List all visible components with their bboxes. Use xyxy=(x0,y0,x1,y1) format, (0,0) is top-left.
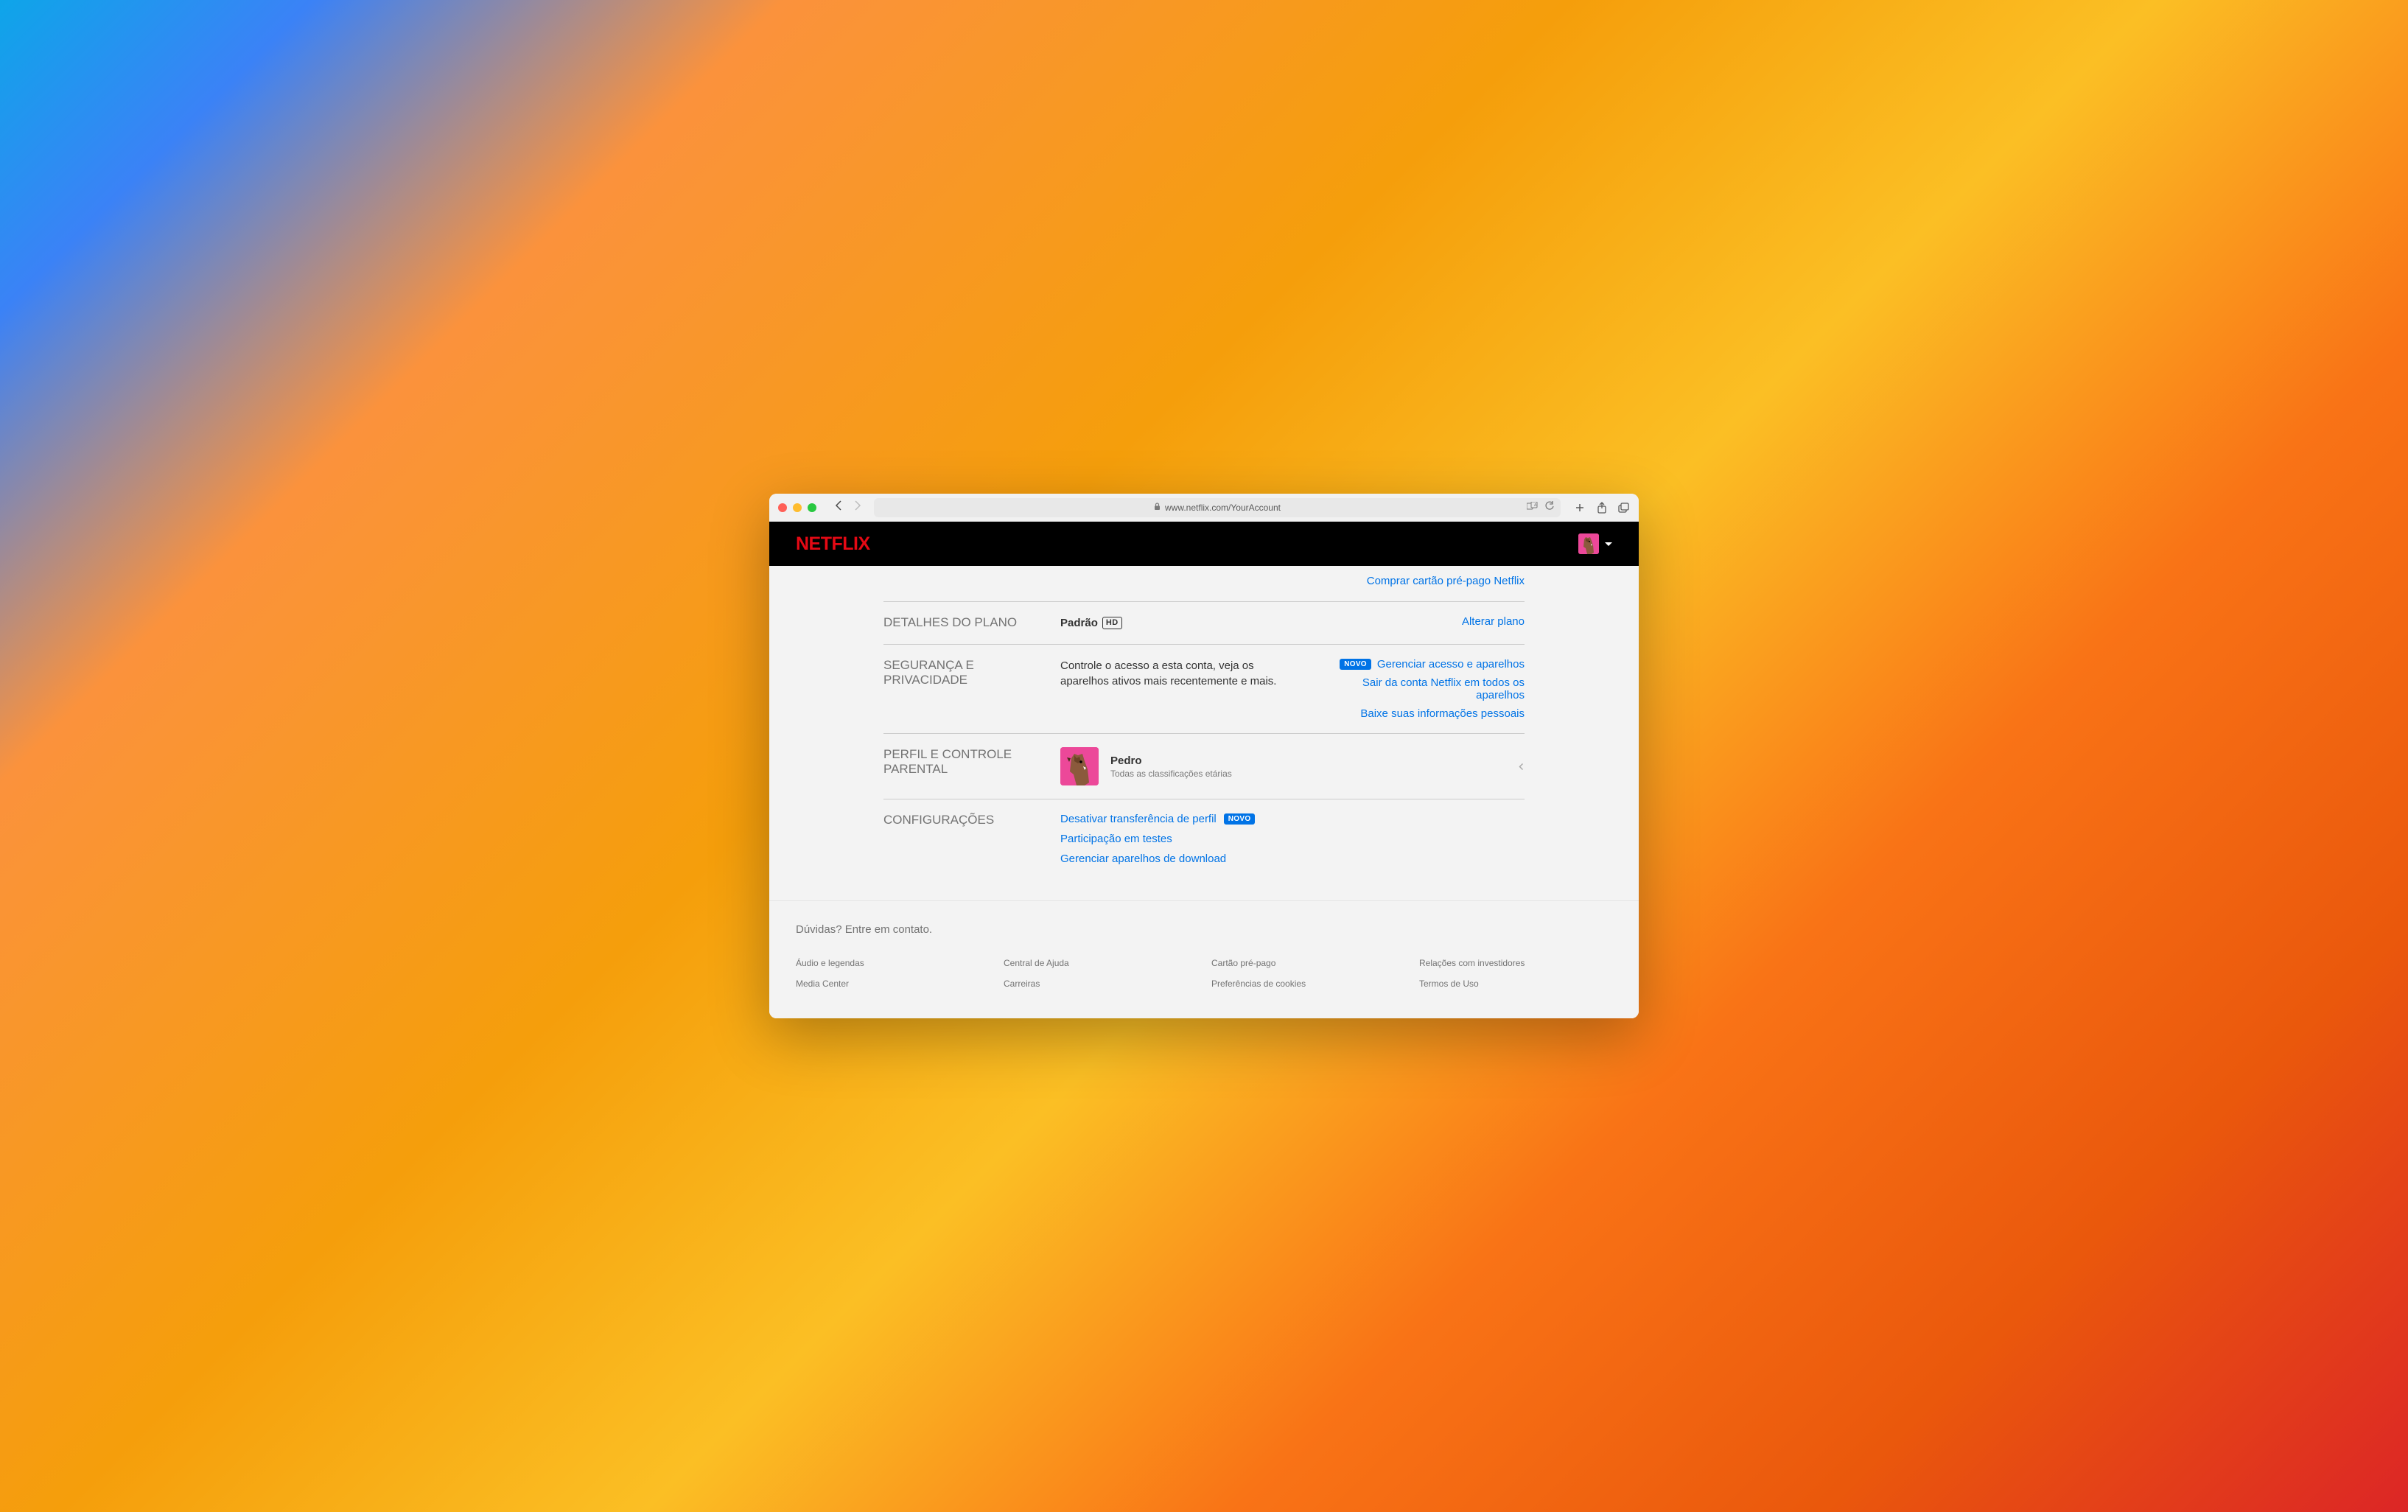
url-text: www.netflix.com/YourAccount xyxy=(1165,503,1281,513)
buy-gift-card-link[interactable]: Comprar cartão pré-pago Netflix xyxy=(1367,575,1525,587)
footer: Dúvidas? Entre em contato. Áudio e legen… xyxy=(769,900,1639,1018)
reload-icon[interactable] xyxy=(1544,501,1555,514)
section-config: CONFIGURAÇÕES Desativar transferência de… xyxy=(883,799,1525,878)
url-right-icons: A xyxy=(1527,501,1555,514)
profile-menu[interactable] xyxy=(1578,533,1612,554)
footer-link-media[interactable]: Media Center xyxy=(796,979,989,989)
section-security-label: SEGURANÇA E PRIVACIDADE xyxy=(883,658,1046,720)
back-button[interactable] xyxy=(834,500,843,515)
novo-badge: NOVO xyxy=(1340,659,1371,670)
section-security: SEGURANÇA E PRIVACIDADE Controle o acess… xyxy=(883,644,1525,733)
maximize-window-button[interactable] xyxy=(808,503,816,512)
minimize-window-button[interactable] xyxy=(793,503,802,512)
sign-out-all-link[interactable]: Sair da conta Netflix em todos os aparel… xyxy=(1311,676,1525,701)
close-window-button[interactable] xyxy=(778,503,787,512)
browser-chrome: www.netflix.com/YourAccount A xyxy=(769,494,1639,522)
account-container: Comprar cartão pré-pago Netflix DETALHES… xyxy=(883,566,1525,900)
hd-badge: HD xyxy=(1102,617,1122,629)
section-profile-label: PERFIL E CONTROLE PARENTAL xyxy=(883,747,1046,785)
window-controls xyxy=(778,503,816,512)
test-participation-link[interactable]: Participação em testes xyxy=(1060,833,1172,845)
content-area: Comprar cartão pré-pago Netflix DETALHES… xyxy=(769,566,1639,1018)
chevron-down-icon xyxy=(1513,761,1527,771)
forward-button[interactable] xyxy=(853,500,862,515)
footer-link-terms[interactable]: Termos de Uso xyxy=(1419,979,1612,989)
netflix-header: NETFLIX xyxy=(769,522,1639,566)
chrome-right-icons xyxy=(1574,502,1630,514)
manage-downloads-link[interactable]: Gerenciar aparelhos de download xyxy=(1060,853,1226,865)
profile-subtitle: Todas as classificações etárias xyxy=(1110,769,1502,779)
footer-link-giftcard[interactable]: Cartão pré-pago xyxy=(1211,958,1404,968)
footer-link-careers[interactable]: Carreiras xyxy=(1004,979,1197,989)
profile-name: Pedro xyxy=(1110,755,1502,767)
new-tab-icon[interactable] xyxy=(1574,502,1586,514)
netflix-logo[interactable]: NETFLIX xyxy=(796,533,870,555)
share-icon[interactable] xyxy=(1596,502,1608,514)
change-plan-link[interactable]: Alterar plano xyxy=(1462,615,1525,628)
translate-icon[interactable]: A xyxy=(1527,502,1539,513)
novo-badge: NOVO xyxy=(1224,813,1256,825)
profile-row-info: Pedro Todas as classificações etárias xyxy=(1110,755,1502,779)
disable-transfer-link[interactable]: Desativar transferência de perfil xyxy=(1060,813,1217,825)
profile-row-avatar xyxy=(1060,747,1099,785)
plan-name: Padrão xyxy=(1060,615,1098,631)
footer-link-cookies[interactable]: Preferências de cookies xyxy=(1211,979,1404,989)
nav-arrows xyxy=(834,500,862,515)
section-config-label: CONFIGURAÇÕES xyxy=(883,813,1046,865)
address-bar[interactable]: www.netflix.com/YourAccount A xyxy=(874,498,1561,517)
footer-links: Áudio e legendas Central de Ajuda Cartão… xyxy=(796,958,1612,989)
caret-down-icon xyxy=(1605,542,1612,546)
section-plan: DETALHES DO PLANO Padrão HD Alterar plan… xyxy=(883,601,1525,644)
avatar xyxy=(1578,533,1599,554)
section-profile: PERFIL E CONTROLE PARENTAL xyxy=(883,733,1525,799)
footer-contact-link[interactable]: Dúvidas? Entre em contato. xyxy=(796,923,1612,936)
browser-window: www.netflix.com/YourAccount A xyxy=(769,494,1639,1018)
footer-link-help[interactable]: Central de Ajuda xyxy=(1004,958,1197,968)
section-plan-label: DETALHES DO PLANO xyxy=(883,615,1046,631)
footer-link-investors[interactable]: Relações com investidores xyxy=(1419,958,1612,968)
footer-link-audio[interactable]: Áudio e legendas xyxy=(796,958,989,968)
lock-icon xyxy=(1154,503,1161,513)
profile-row[interactable]: Pedro Todas as classificações etárias xyxy=(1060,747,1525,785)
top-link-row: Comprar cartão pré-pago Netflix xyxy=(883,566,1525,601)
tabs-icon[interactable] xyxy=(1618,502,1630,514)
manage-access-link[interactable]: Gerenciar acesso e aparelhos xyxy=(1377,658,1525,671)
security-description: Controle o acesso a esta conta, veja os … xyxy=(1060,658,1296,689)
download-info-link[interactable]: Baixe suas informações pessoais xyxy=(1360,707,1525,720)
